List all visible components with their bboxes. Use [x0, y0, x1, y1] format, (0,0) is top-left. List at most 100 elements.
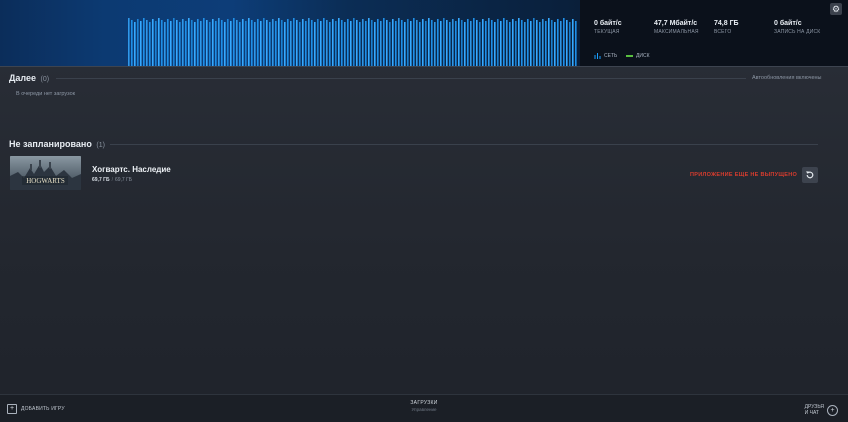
network-bar: [443, 18, 445, 66]
network-bar: [461, 20, 463, 66]
network-bar: [482, 19, 484, 66]
stat-disk-value: 0 байт/с: [774, 20, 802, 27]
network-bar: [392, 19, 394, 66]
network-bar: [470, 21, 472, 66]
network-bar: [158, 18, 160, 66]
network-bar: [140, 21, 142, 66]
network-bar: [191, 20, 193, 66]
network-bar: [449, 22, 451, 66]
network-bar: [455, 21, 457, 66]
downloads-button[interactable]: ЗАГРУЗКИ Управление: [0, 400, 848, 412]
network-bars: [128, 18, 578, 66]
network-bar: [467, 19, 469, 66]
network-bar: [548, 18, 550, 66]
network-bar: [407, 19, 409, 66]
network-bar: [422, 19, 424, 66]
network-bar: [425, 21, 427, 66]
restore-icon: [806, 171, 814, 179]
network-bar: [554, 22, 556, 66]
friends-chat-button[interactable]: ДРУЗЬЯ И ЧАТ +: [805, 404, 838, 416]
network-bar: [242, 19, 244, 66]
network-bar: [152, 19, 154, 66]
network-bar: [128, 18, 130, 66]
network-bar: [401, 20, 403, 66]
legend-disk-label: ДИСК: [636, 53, 650, 59]
network-bar: [497, 19, 499, 66]
unscheduled-title-text: Не запланировано: [9, 139, 92, 149]
network-bar: [434, 22, 436, 66]
gear-icon[interactable]: ⚙: [830, 3, 842, 15]
network-bar: [236, 20, 238, 66]
network-bar: [410, 21, 412, 66]
network-bar: [530, 21, 532, 66]
network-bar: [431, 20, 433, 66]
network-bar: [551, 20, 553, 66]
network-bar: [335, 21, 337, 66]
network-bar: [260, 21, 262, 66]
network-bar: [416, 20, 418, 66]
network-bar: [365, 21, 367, 66]
restore-button[interactable]: [802, 167, 818, 183]
network-bar: [536, 20, 538, 66]
network-bar: [521, 20, 523, 66]
thumbnail-logo: HOGWARTS: [26, 177, 65, 185]
network-bar: [452, 19, 454, 66]
network-bar: [512, 19, 514, 66]
network-bar: [263, 18, 265, 66]
network-bar: [302, 19, 304, 66]
network-bar: [542, 19, 544, 66]
up-next-rule: [56, 78, 746, 79]
network-bar: [515, 21, 517, 66]
unscheduled-title: Не запланировано (1): [9, 139, 105, 149]
network-bar: [134, 22, 136, 66]
network-bar: [479, 22, 481, 66]
network-bar: [206, 20, 208, 66]
network-bar: [239, 22, 241, 66]
game-thumbnail[interactable]: HOGWARTS: [10, 156, 81, 190]
up-next-title-text: Далее: [9, 73, 37, 83]
game-title[interactable]: Хогвартс. Наследие: [92, 165, 171, 174]
network-bar: [386, 20, 388, 66]
network-bar: [485, 21, 487, 66]
network-bar: [368, 18, 370, 66]
network-bar: [230, 21, 232, 66]
network-bar: [575, 21, 577, 66]
queue-empty-text: В очереди нет загрузок: [16, 91, 76, 97]
network-bar: [446, 20, 448, 66]
footer-bar: + ДОБАВИТЬ ИГРУ ЗАГРУЗКИ Управление ДРУЗ…: [0, 394, 848, 422]
network-bar: [161, 20, 163, 66]
up-next-title: Далее (0): [9, 73, 49, 83]
network-bar: [197, 19, 199, 66]
game-size-done: 69,7 ГБ: [92, 177, 110, 183]
network-bar: [509, 22, 511, 66]
stat-peak: 47,7 Мбайт/с МАКСИМАЛЬНАЯ: [654, 20, 699, 35]
game-size-sep: /: [111, 177, 113, 183]
plus-circle-icon: +: [827, 404, 838, 416]
network-bar: [383, 18, 385, 66]
network-bar: [200, 21, 202, 66]
network-bar: [347, 19, 349, 66]
network-bar: [353, 18, 355, 66]
auto-updates-label[interactable]: Автообновления включены: [752, 75, 822, 81]
network-bar: [458, 18, 460, 66]
network-bar: [143, 18, 145, 66]
network-bar: [440, 21, 442, 66]
downloads-sub-label: Управление: [411, 407, 437, 412]
network-bar: [146, 20, 148, 66]
network-legend-icon: [594, 53, 601, 59]
network-bar: [281, 20, 283, 66]
stat-current: 0 байт/с ТЕКУЩАЯ: [594, 20, 622, 35]
network-bar: [329, 22, 331, 66]
network-bar: [545, 21, 547, 66]
network-bar: [503, 18, 505, 66]
network-bar: [572, 19, 574, 66]
legend-disk: ДИСК: [626, 53, 650, 59]
network-bar: [557, 19, 559, 66]
legend-network: СЕТЬ: [594, 53, 617, 59]
network-bar: [131, 20, 133, 66]
network-bar: [344, 22, 346, 66]
network-bar: [149, 22, 151, 66]
network-bar: [437, 19, 439, 66]
stat-disk-label: ЗАПИСЬ НА ДИСК: [774, 29, 821, 35]
network-bar: [209, 22, 211, 66]
